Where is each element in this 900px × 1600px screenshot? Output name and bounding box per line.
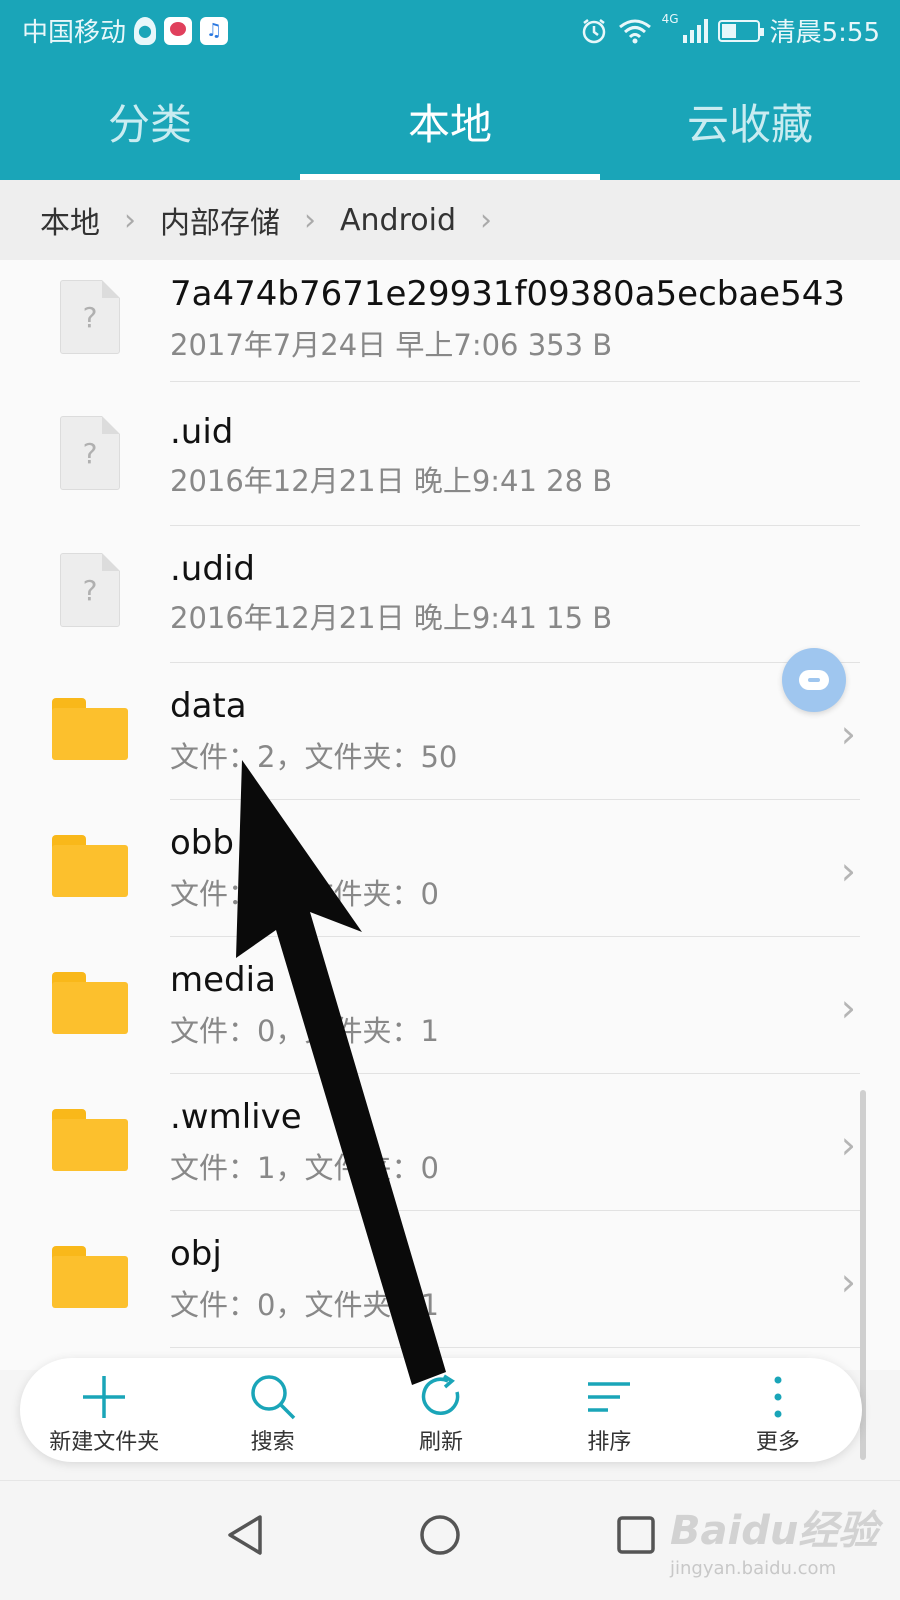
- more-label: 更多: [755, 1430, 800, 1455]
- chevron-right-icon: ›: [480, 202, 492, 238]
- folder-name: media: [170, 960, 276, 1000]
- file-name: 7a474b7671e29931f09380a5ecbae543: [170, 274, 845, 314]
- file-meta: 2016年12月21日 晚上9:41 15 B: [170, 601, 613, 635]
- folder-row[interactable]: obj 文件：0，文件夹：1 ›: [0, 1208, 900, 1348]
- folder-row[interactable]: media 文件：0，文件夹：1 ›: [0, 934, 900, 1074]
- plus-icon: [83, 1376, 126, 1418]
- refresh-label: 刷新: [419, 1430, 464, 1455]
- sort-label: 排序: [587, 1430, 632, 1455]
- tab-cloud-favorites[interactable]: 云收藏: [600, 62, 900, 180]
- breadcrumb: 本地 › 内部存储 › Android ›: [0, 180, 900, 260]
- folder-meta: 文件：2，文件夹：50: [170, 740, 458, 774]
- chevron-right-icon: ›: [304, 202, 316, 238]
- new-folder-button[interactable]: 新建文件夹: [20, 1358, 188, 1462]
- clock-label: 清晨5:55: [769, 18, 880, 48]
- wifi-icon: [618, 19, 651, 43]
- tab-label: 本地: [407, 99, 492, 149]
- tab-label: 云收藏: [686, 99, 813, 149]
- shield-icon: ●: [134, 16, 157, 45]
- folder-name: obj: [170, 1234, 222, 1274]
- recent-apps-square-icon[interactable]: [606, 1505, 666, 1565]
- file-meta: 2017年7月24日 早上7:06 353 B: [170, 328, 613, 362]
- new-folder-label: 新建文件夹: [49, 1430, 160, 1455]
- folder-name: data: [170, 686, 247, 726]
- file-row[interactable]: ? 7a474b7671e29931f09380a5ecbae543 2017年…: [0, 260, 900, 400]
- sort-button[interactable]: 排序: [525, 1358, 693, 1462]
- chevron-right-icon: ›: [124, 202, 136, 238]
- tab-label: 分类: [107, 99, 192, 149]
- watermark-url: jingyan.baidu.com: [670, 1558, 837, 1579]
- search-icon: [250, 1375, 295, 1420]
- search-label: 搜索: [250, 1430, 295, 1455]
- refresh-icon: [421, 1374, 460, 1416]
- file-name: .uid: [170, 412, 234, 452]
- file-name: .udid: [170, 549, 255, 589]
- folder-icon: [52, 1109, 128, 1171]
- home-circle-icon[interactable]: [410, 1505, 470, 1565]
- refresh-button[interactable]: 刷新: [357, 1358, 525, 1462]
- folder-row[interactable]: obb 文件：0，文件夹：0 ›: [0, 797, 900, 937]
- app-notification-icon: [164, 16, 193, 45]
- bottom-toolbar: 新建文件夹 搜索 刷新 排序 更多: [20, 1358, 862, 1462]
- back-triangle-icon[interactable]: [216, 1505, 276, 1565]
- more-button[interactable]: 更多: [694, 1358, 862, 1462]
- baidu-jingyan-watermark: Baidu经验 jingyan.baidu.com: [670, 1488, 890, 1598]
- folder-icon: [52, 1246, 128, 1308]
- floating-chat-button[interactable]: [782, 648, 846, 712]
- folder-icon: [52, 698, 128, 760]
- folder-meta: 文件：0，文件夹：0: [170, 877, 439, 911]
- search-button[interactable]: 搜索: [188, 1358, 356, 1462]
- folder-name: obb: [170, 823, 234, 863]
- unknown-file-icon: ?: [60, 280, 120, 354]
- file-meta: 2016年12月21日 晚上9:41 28 B: [170, 464, 613, 498]
- breadcrumb-item-android[interactable]: Android: [340, 203, 456, 238]
- folder-icon: [52, 972, 128, 1034]
- unknown-file-icon: ?: [60, 553, 120, 627]
- tab-category[interactable]: 分类: [0, 62, 300, 180]
- row-divider: [170, 381, 860, 382]
- folder-name: .wmlive: [170, 1097, 302, 1137]
- watermark-logo: Baidu经验: [670, 1508, 879, 1554]
- music-icon: ♫: [200, 16, 229, 45]
- file-list: ? 7a474b7671e29931f09380a5ecbae543 2017年…: [0, 260, 900, 1370]
- chevron-right-icon: ›: [840, 849, 856, 893]
- breadcrumb-item-local[interactable]: 本地: [40, 198, 100, 242]
- folder-row[interactable]: data 文件：2，文件夹：50 ›: [0, 660, 900, 800]
- unknown-file-icon: ?: [60, 416, 120, 490]
- file-row[interactable]: ? .uid 2016年12月21日 晚上9:41 28 B: [0, 386, 900, 526]
- chevron-right-icon: ›: [840, 1260, 856, 1304]
- file-row[interactable]: ? .udid 2016年12月21日 晚上9:41 15 B: [0, 523, 900, 663]
- breadcrumb-item-internal-storage[interactable]: 内部存储: [160, 198, 280, 242]
- folder-icon: [52, 835, 128, 897]
- folder-meta: 文件：0，文件夹：1: [170, 1288, 439, 1322]
- chevron-right-icon: ›: [840, 712, 856, 756]
- tab-local[interactable]: 本地: [300, 62, 600, 180]
- chevron-right-icon: ›: [840, 1123, 856, 1167]
- carrier-label: 中国移动: [22, 18, 127, 48]
- status-bar: 中国移动 ● ♫ 4G 清晨5:55: [0, 0, 900, 62]
- tab-bar: 分类 本地 云收藏: [0, 62, 900, 180]
- status-right: 4G 清晨5:55: [580, 12, 880, 49]
- signal-strength-icon: [682, 18, 708, 43]
- network-type-label: 4G: [661, 12, 679, 26]
- folder-meta: 文件：1，文件夹：0: [170, 1151, 439, 1185]
- chevron-right-icon: ›: [840, 986, 856, 1030]
- row-divider: [170, 1347, 860, 1348]
- folder-meta: 文件：0，文件夹：1: [170, 1014, 439, 1048]
- sort-icon: [588, 1382, 631, 1412]
- status-left: 中国移动 ● ♫: [22, 12, 229, 49]
- folder-row[interactable]: .wmlive 文件：1，文件夹：0 ›: [0, 1071, 900, 1211]
- alarm-icon: [582, 18, 605, 43]
- battery-icon: [717, 19, 764, 42]
- more-vertical-icon: [774, 1376, 782, 1418]
